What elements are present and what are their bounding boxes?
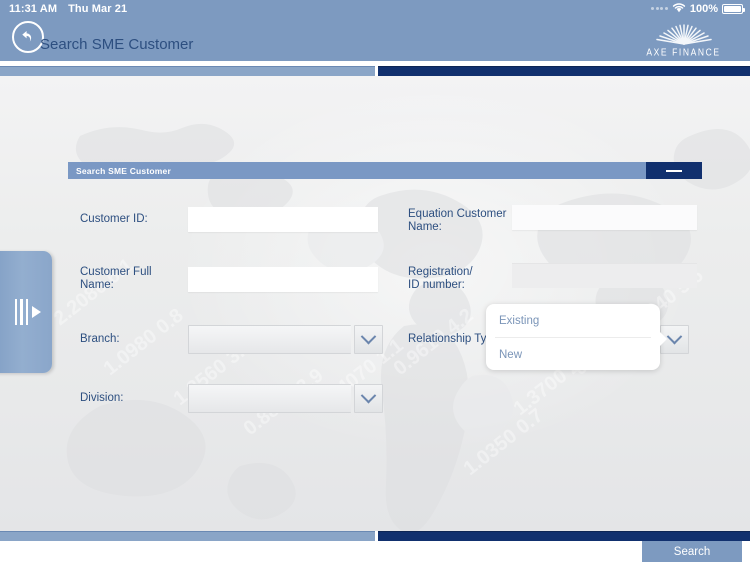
signal-dots-icon [651,7,668,10]
field-equation-customer-name: Equation Customer Name: [408,201,708,234]
registration-id-number-label: Registration/ ID number: [408,266,473,291]
drawer-arrow-right-icon [32,306,41,318]
popover-option-existing[interactable]: Existing [486,304,660,337]
branch-label: Branch: [80,333,120,345]
drawer-expand-handle-icon [14,299,28,325]
logo-wordmark: AXE FINANCE [646,46,721,58]
content-area: 1.0980 0.8 1.2560 3.4 0.8820 2.9 1.4070 … [0,61,750,562]
branch-value[interactable] [188,325,351,354]
customer-id-input[interactable] [188,207,378,232]
search-sme-customer-panel: Search SME Customer Customer ID: Equatio… [68,162,702,439]
sidebar-drawer-handle[interactable] [0,251,52,373]
battery-full-icon [722,3,745,14]
panel-title: Search SME Customer [76,165,171,176]
battery-percent-label: 100% [689,2,718,15]
equation-customer-name-label: Equation Customer Name: [408,208,507,233]
field-registration-id-number: Registration/ ID number: [408,259,708,292]
customer-full-name-input[interactable] [188,266,378,292]
sunburst-logo-icon [655,24,712,45]
division-value[interactable] [188,384,351,413]
wifi-icon [672,2,686,16]
top-rail-right [378,66,750,76]
app-header-bar: Search SME Customer AXE FINANCE [0,17,750,61]
relationship-type-popover: Existing New [486,304,667,371]
bottom-rail-right [378,531,750,541]
chevron-down-icon [666,328,683,345]
page-body: 1.0980 0.8 1.2560 3.4 0.8820 2.9 1.4070 … [0,76,750,531]
top-rail-left [0,66,375,76]
field-division: Division: [80,384,405,413]
customer-id-label: Customer ID: [80,213,148,225]
division-dropdown[interactable] [188,384,383,413]
field-branch: Branch: [80,325,405,354]
back-arrow-icon [22,31,32,42]
status-right-group: 100% [651,2,745,16]
bottom-rail [0,531,750,541]
division-dropdown-button[interactable] [354,384,383,413]
footer-bar: Search [0,541,750,562]
app-root: 11:31 AM Thu Mar 21 100% Search SME Cust… [0,0,750,562]
ios-status-bar: 11:31 AM Thu Mar 21 100% [0,0,750,17]
axe-finance-logo: AXE FINANCE [631,22,736,60]
status-time: 11:31 AM [9,2,58,15]
customer-full-name-label: Customer Full Name: [80,266,152,291]
status-date: Thu Mar 21 [68,2,128,15]
field-customer-id: Customer ID: [80,207,405,232]
branch-dropdown-button[interactable] [354,325,383,354]
search-button[interactable]: Search [642,541,742,562]
chevron-down-icon [360,328,377,345]
top-rail [0,66,750,76]
division-label: Division: [80,392,124,404]
page-title: Search SME Customer [40,36,194,53]
branch-dropdown[interactable] [188,325,383,354]
field-customer-full-name: Customer Full Name: [80,266,405,292]
panel-minimize-button[interactable] [646,162,702,179]
panel-header: Search SME Customer [68,162,702,179]
minimize-icon [666,169,682,172]
registration-id-number-input[interactable] [512,263,697,288]
equation-customer-name-input[interactable] [512,205,697,230]
bottom-rail-left [0,531,375,541]
popover-option-new[interactable]: New [486,338,660,371]
chevron-down-icon [360,387,377,404]
